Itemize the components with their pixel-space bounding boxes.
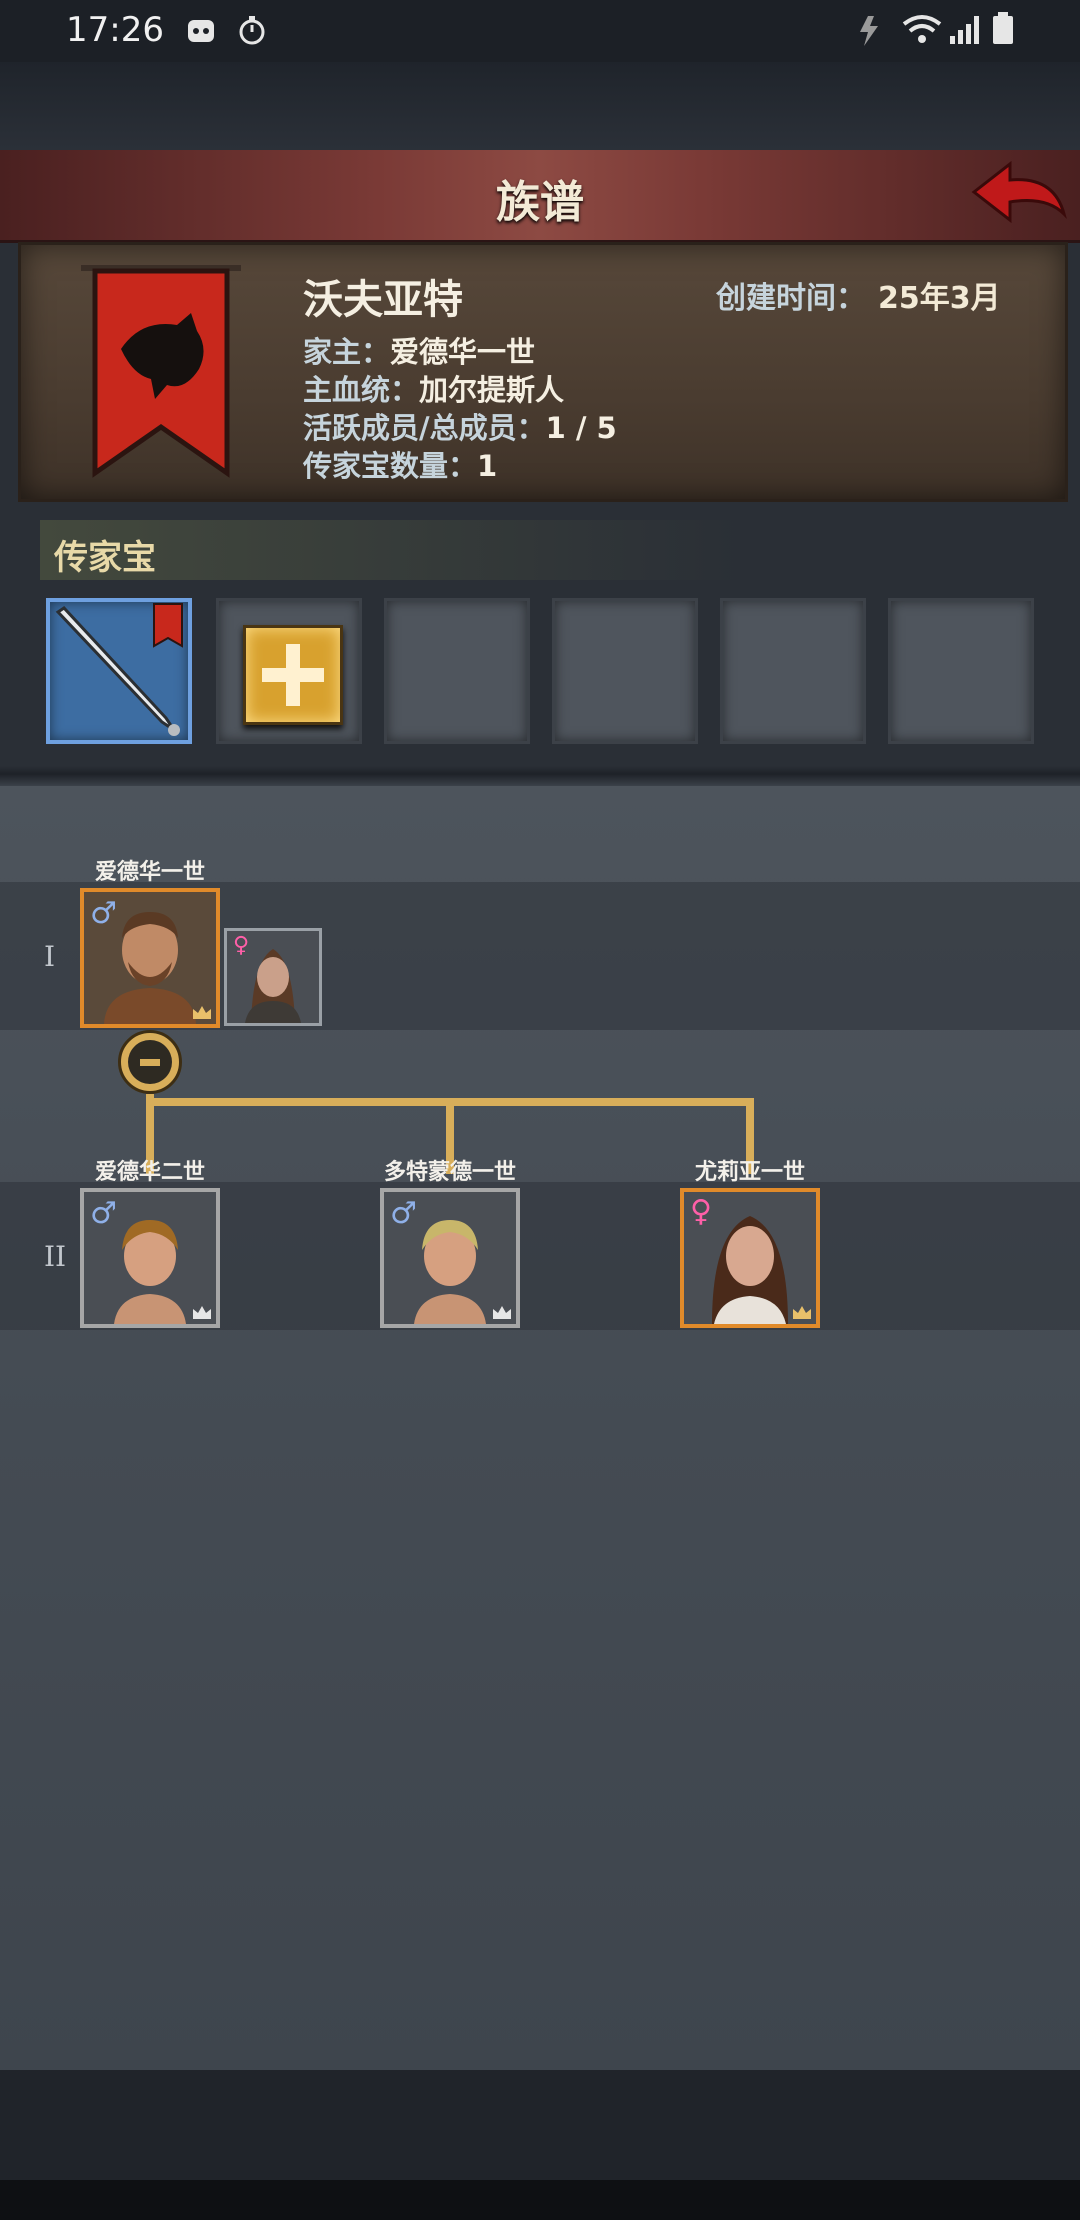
- heirloom-header: 传家宝: [40, 520, 740, 580]
- crown-icon: [193, 1306, 211, 1319]
- heirloom-count-value: 1: [477, 449, 498, 483]
- member-portrait[interactable]: ♀: [680, 1188, 820, 1328]
- heirloom-count-line: 传家宝数量：1: [303, 443, 497, 485]
- heirloom-slot-empty[interactable]: [384, 598, 530, 744]
- back-arrow-icon[interactable]: [966, 156, 1070, 236]
- page-title: 族谱: [496, 177, 584, 228]
- top-spacer: [0, 62, 1080, 150]
- members-line: 活跃成员/总成员：1 / 5: [303, 405, 617, 447]
- plus-icon: [243, 625, 343, 725]
- member-name: 爱德华二世: [94, 1160, 205, 1185]
- clan-head-value: 爱德华一世: [390, 335, 536, 369]
- heirloom-slot-empty[interactable]: [720, 598, 866, 744]
- stopwatch-icon: [239, 16, 265, 45]
- members-label: 活跃成员/总成员：: [303, 411, 546, 445]
- section-divider: [0, 766, 1080, 786]
- status-bar: 17:26: [0, 0, 1080, 62]
- status-time: 17:26: [66, 10, 164, 50]
- created-value: 25年3月: [878, 281, 1001, 316]
- bottom-bar: [0, 2070, 1080, 2180]
- crown-icon: [193, 1006, 211, 1019]
- signal-icon: [950, 16, 979, 44]
- male-gender-icon: ♂: [90, 896, 117, 931]
- clan-name: 沃夫亚特: [303, 277, 463, 323]
- clan-info-panel: 沃夫亚特 创建时间： 25年3月 家主：爱德华一世 主血统：加尔提斯人 活跃成员/…: [18, 242, 1068, 502]
- member-portrait[interactable]: ♂: [380, 1188, 520, 1328]
- system-nav-bar: [0, 2180, 1080, 2220]
- members-value: 1 / 5: [545, 411, 617, 445]
- bloodline-value: 加尔提斯人: [419, 373, 565, 407]
- heirloom-slot-add[interactable]: [216, 598, 362, 744]
- member-name: 尤莉亚一世: [694, 1160, 805, 1185]
- heirloom-slot-empty[interactable]: [552, 598, 698, 744]
- heirloom-count-label: 传家宝数量：: [303, 449, 478, 483]
- female-gender-icon: ♀: [690, 1194, 712, 1229]
- title-bar: 族谱: [0, 150, 1080, 243]
- created-time: 创建时间： 25年3月: [716, 273, 1001, 317]
- collapse-branch-button[interactable]: [118, 1030, 182, 1094]
- minus-icon: [140, 1059, 160, 1066]
- gamepad-icon: [188, 20, 214, 42]
- female-gender-icon: ♀: [233, 933, 250, 958]
- created-label: 创建时间：: [716, 281, 866, 316]
- heirloom-title: 传家宝: [54, 538, 156, 578]
- wifi-icon: [902, 15, 942, 43]
- clan-head-line: 家主：爱德华一世: [303, 329, 535, 371]
- member-name: 爱德华一世: [94, 860, 205, 885]
- spouse-portrait[interactable]: ♀: [224, 928, 322, 1026]
- member-name: 多特蒙德一世: [383, 1160, 516, 1185]
- generation-label-1: I: [44, 940, 56, 973]
- sword-icon: [55, 603, 183, 736]
- heirloom-slot-empty[interactable]: [888, 598, 1034, 744]
- charging-icon: [860, 16, 878, 46]
- bloodline-label: 主血统：: [303, 373, 420, 407]
- member-portrait[interactable]: ♂: [80, 888, 220, 1028]
- clan-banner-icon: [81, 265, 241, 478]
- crown-icon: [793, 1306, 811, 1319]
- battery-icon: [993, 12, 1013, 44]
- clan-head-label: 家主：: [303, 335, 391, 369]
- male-gender-icon: ♂: [90, 1196, 117, 1231]
- bloodline-line: 主血统：加尔提斯人: [303, 367, 564, 409]
- generation-label-2: II: [44, 1240, 67, 1273]
- male-gender-icon: ♂: [390, 1196, 417, 1231]
- heirloom-slot-1[interactable]: [46, 598, 192, 744]
- crown-icon: [493, 1306, 511, 1319]
- member-portrait[interactable]: ♂: [80, 1188, 220, 1328]
